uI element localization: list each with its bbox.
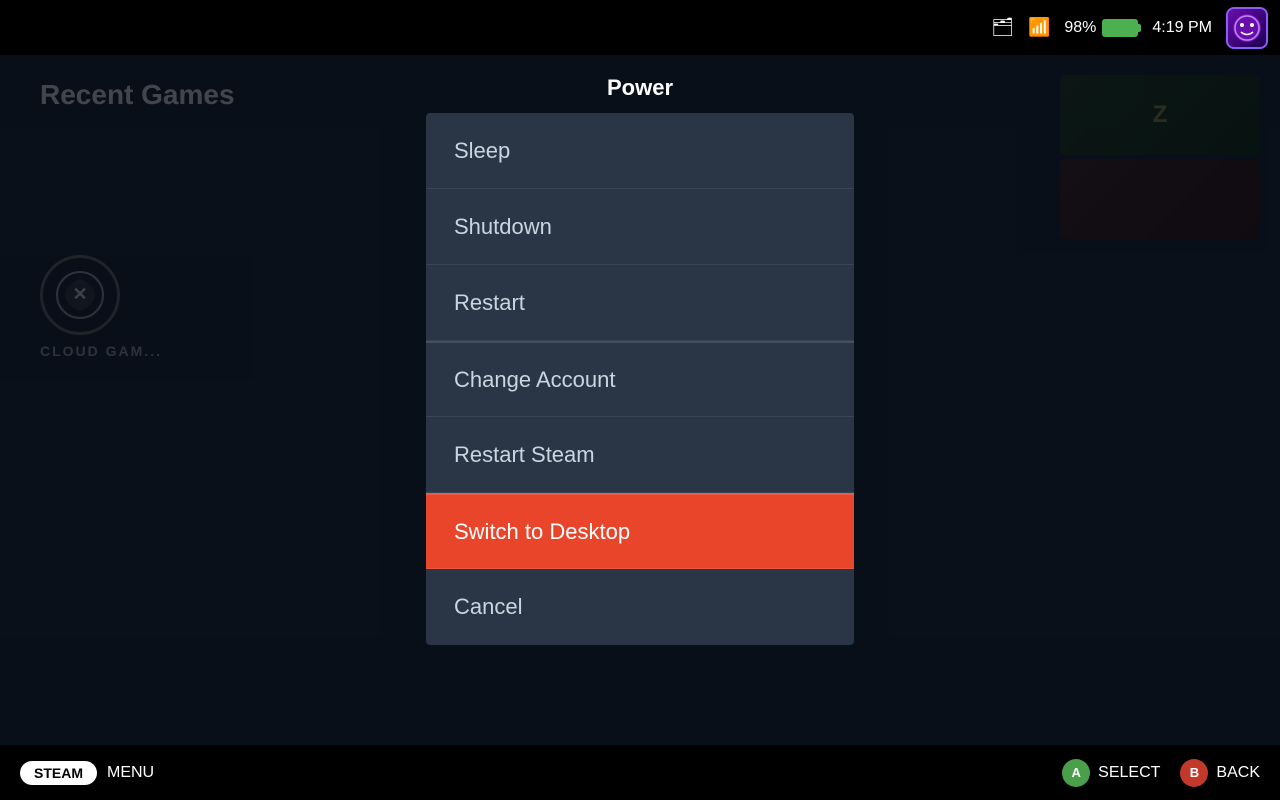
avatar[interactable] [1226, 7, 1268, 49]
back-group: B BACK [1180, 759, 1260, 787]
status-bar-left [0, 0, 16, 55]
back-label: BACK [1216, 764, 1260, 782]
bottom-bar: STEAM MENU A SELECT B BACK [0, 745, 1280, 800]
sdcard-icon: 🗂 [991, 17, 1014, 38]
change-account-label: Change Account [454, 367, 615, 393]
restart-steam-label: Restart Steam [454, 442, 595, 468]
menu-item-shutdown[interactable]: Shutdown [426, 189, 854, 265]
avatar-image [1232, 13, 1262, 43]
battery-percent: 98% [1064, 19, 1096, 37]
battery-container: 98% [1064, 19, 1138, 37]
battery-icon [1102, 19, 1138, 37]
a-button[interactable]: A [1062, 759, 1090, 787]
steam-menu-group: STEAM MENU [20, 761, 154, 785]
select-group: A SELECT [1062, 759, 1160, 787]
wifi-icon: 📶 [1028, 17, 1050, 38]
select-label: SELECT [1098, 764, 1160, 782]
clock: 4:19 PM [1152, 19, 1212, 37]
menu-item-sleep[interactable]: Sleep [426, 113, 854, 189]
menu-item-restart-steam[interactable]: Restart Steam [426, 417, 854, 493]
menu-item-cancel[interactable]: Cancel [426, 569, 854, 645]
steam-button[interactable]: STEAM [20, 761, 97, 785]
power-dialog-title: Power [426, 55, 854, 113]
shutdown-label: Shutdown [454, 214, 552, 240]
b-button[interactable]: B [1180, 759, 1208, 787]
switch-to-desktop-label: Switch to Desktop [454, 519, 630, 545]
menu-label: MENU [107, 764, 154, 782]
power-menu-container: Sleep Shutdown Restart Change Account Re… [426, 113, 854, 645]
controller-buttons: A SELECT B BACK [1062, 759, 1260, 787]
menu-item-restart[interactable]: Restart [426, 265, 854, 341]
restart-label: Restart [454, 290, 525, 316]
sleep-label: Sleep [454, 138, 510, 164]
menu-item-switch-to-desktop[interactable]: Switch to Desktop [426, 493, 854, 569]
menu-item-change-account[interactable]: Change Account [426, 341, 854, 417]
cancel-label: Cancel [454, 594, 522, 620]
power-dialog: Power Sleep Shutdown Restart Change Acco… [426, 55, 854, 645]
status-bar: 🗂 📶 98% 4:19 PM [0, 0, 1280, 55]
